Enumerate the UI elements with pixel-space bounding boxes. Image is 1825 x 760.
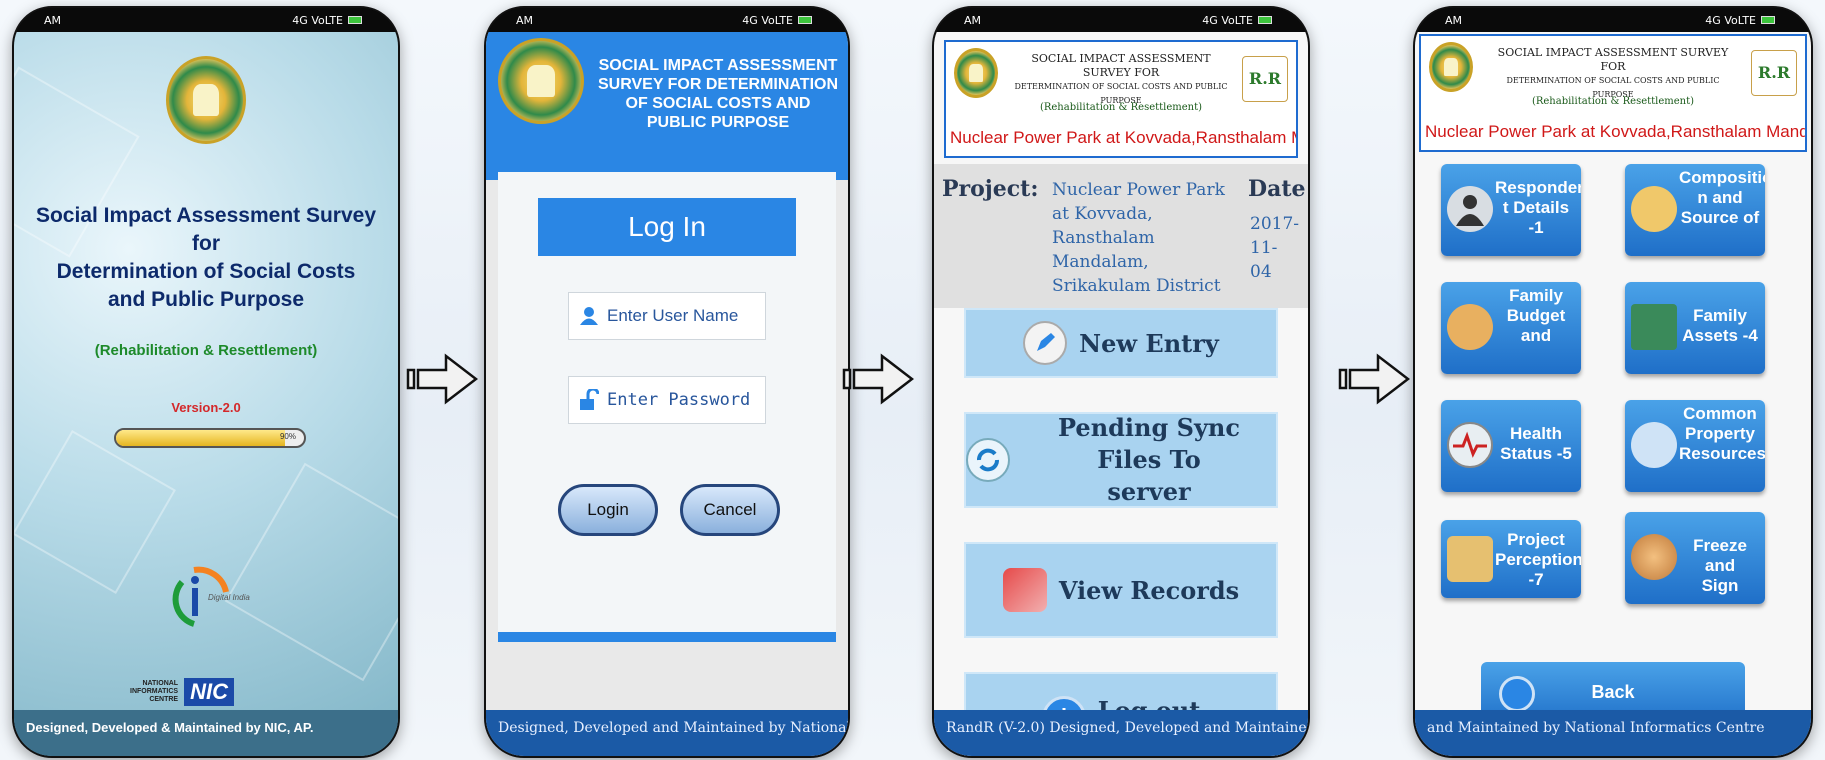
freeze-sign-tile[interactable]: Freeze and Sign <box>1625 512 1765 604</box>
ap-emblem-logo <box>954 48 998 98</box>
status-time: AM <box>44 13 62 27</box>
network-label: 4G VoLTE <box>1705 13 1756 27</box>
new-entry-icon <box>1023 321 1068 365</box>
battery-icon <box>798 16 812 24</box>
status-time: AM <box>516 13 534 27</box>
splash-content: Social Impact Assessment Survey for Dete… <box>14 32 398 756</box>
header-title: SOCIAL IMPACT ASSESSMENT SURVEY FOR DETE… <box>1014 52 1228 105</box>
splash-subtitle: (Rehabilitation & Resettlement) <box>94 342 318 359</box>
ap-emblem-logo <box>166 56 246 144</box>
phone-login-screen: AM 4G VoLTE SOCIAL IMPACT ASSESSMENT SUR… <box>484 6 850 758</box>
splash-footer: Designed, Developed & Maintained by NIC,… <box>14 710 398 756</box>
project-perception-tile[interactable]: Project Perception -7 <box>1441 520 1581 598</box>
project-banner: Nuclear Power Park at Kovvada,Ransthalam… <box>950 128 1296 147</box>
password-placeholder: Enter Password <box>607 390 751 410</box>
project-name: Nuclear Power Park at Kovvada, Ransthala… <box>1052 180 1225 296</box>
arrow-right-icon <box>1338 353 1410 405</box>
nic-logo: NATIONAL INFORMATICS CENTRE NIC <box>130 678 234 706</box>
digital-india-text: Digital India <box>208 593 250 602</box>
main-menu-content: SOCIAL IMPACT ASSESSMENT SURVEY FOR DETE… <box>934 32 1308 756</box>
username-field[interactable]: Enter User Name <box>568 292 766 340</box>
fingerprint-icon <box>1631 534 1677 580</box>
heartbeat-icon <box>1447 422 1493 468</box>
battery-icon <box>348 16 362 24</box>
rr-logo: R.R <box>1751 50 1797 96</box>
common-property-tile[interactable]: Common Property Resources- <box>1625 400 1765 492</box>
status-time: AM <box>1445 13 1463 27</box>
header-title: SOCIAL IMPACT ASSESSMENT SURVEY FOR DETE… <box>1497 46 1729 99</box>
header-subtitle: (Rehabilitation & Resettlement) <box>1531 96 1695 107</box>
menu-footer: RandR (V-2.0) Designed, Developed and Ma… <box>934 710 1308 756</box>
login-button[interactable]: Login <box>558 484 658 536</box>
arrow-right-icon <box>406 353 478 405</box>
project-banner: Nuclear Power Park at Kovvada,Ransthalam… <box>1425 122 1805 141</box>
network-label: 4G VoLTE <box>292 13 343 27</box>
battery-icon <box>1761 16 1775 24</box>
health-status-tile[interactable]: Health Status -5 <box>1441 400 1581 492</box>
progress-fill <box>116 430 286 446</box>
password-field[interactable]: Enter Password <box>568 376 766 424</box>
phone-survey-sections-screen: AM 4G VoLTE SOCIAL IMPACT ASSESSMENT SUR… <box>1413 6 1813 758</box>
hexagon-decoration <box>14 430 176 594</box>
survey-header: SOCIAL IMPACT ASSESSMENT SURVEY FOR DETE… <box>1419 34 1807 152</box>
login-header: SOCIAL IMPACT ASSESSMENT SURVEY FOR DETE… <box>486 32 848 180</box>
rr-logo: R.R <box>1242 56 1288 102</box>
login-heading: Log In <box>538 198 796 256</box>
date-value: 2017-11- 04 <box>1250 214 1300 282</box>
user-icon <box>580 307 598 325</box>
new-entry-button[interactable]: New Entry <box>964 308 1278 378</box>
status-bar: AM 4G VoLTE <box>14 8 398 32</box>
login-form: Log In Enter User Name Enter Password Lo… <box>498 172 836 642</box>
nic-badge: NIC <box>184 678 234 706</box>
pending-sync-label: Pending Sync Files To server <box>1058 413 1240 506</box>
survey-header: SOCIAL IMPACT ASSESSMENT SURVEY FOR DETE… <box>944 40 1298 158</box>
status-bar: AM 4G VoLTE <box>934 8 1308 32</box>
version-label: Version-2.0 <box>171 400 241 415</box>
document-icon <box>1447 536 1493 582</box>
splash-title: Social Impact Assessment Survey for Dete… <box>35 204 377 311</box>
family-budget-icon <box>1447 304 1493 350</box>
date-label: Date <box>1248 176 1306 202</box>
header-subtitle: (Rehabilitation & Resettlement) <box>1039 102 1203 113</box>
respondent-details-tile[interactable]: Responden t Details -1 <box>1441 164 1581 256</box>
sync-icon <box>966 438 1010 482</box>
view-records-button[interactable]: View Records <box>964 542 1278 638</box>
family-budget-tile[interactable]: Family Budget and <box>1441 282 1581 374</box>
sections-footer: and Maintained by National Informatics C… <box>1415 710 1811 756</box>
person-icon <box>1447 186 1493 232</box>
status-bar: AM 4G VoLTE <box>1415 8 1811 32</box>
project-info: Project: Nuclear Power Park at Kovvada, … <box>934 164 1308 308</box>
composition-source-tile[interactable]: Compositio n and Source of <box>1625 164 1765 256</box>
back-label: Back <box>1591 682 1635 702</box>
network-label: 4G VoLTE <box>742 13 793 27</box>
login-footer: Designed, Developed and Maintained by Na… <box>486 710 848 756</box>
cancel-button[interactable]: Cancel <box>680 484 780 536</box>
username-placeholder: Enter User Name <box>607 306 739 325</box>
battery-icon <box>1258 16 1272 24</box>
pending-sync-button[interactable]: Pending Sync Files To server <box>964 412 1278 508</box>
project-label: Project: <box>942 176 1039 202</box>
unlock-icon <box>580 389 599 410</box>
network-label: 4G VoLTE <box>1202 13 1253 27</box>
handshake-icon <box>1631 422 1677 468</box>
ap-emblem-logo <box>498 38 584 124</box>
loading-progress-bar: 90% <box>114 428 306 448</box>
family-assets-tile[interactable]: Family Assets -4 <box>1625 282 1765 374</box>
digital-india-logo: Digital India <box>172 566 250 627</box>
buildings-icon <box>1631 304 1677 350</box>
login-content: SOCIAL IMPACT ASSESSMENT SURVEY FOR DETE… <box>486 32 848 756</box>
family-icon <box>1631 186 1677 232</box>
progress-percent: 90% <box>279 432 296 441</box>
phone-main-menu-screen: AM 4G VoLTE SOCIAL IMPACT ASSESSMENT SUR… <box>932 6 1310 758</box>
phone-splash-screen: AM 4G VoLTE Social Impact Assessment Sur… <box>12 6 400 758</box>
records-icon <box>1002 568 1047 612</box>
view-records-label: View Records <box>1058 575 1240 605</box>
survey-sections-content: SOCIAL IMPACT ASSESSMENT SURVEY FOR DETE… <box>1415 32 1811 756</box>
status-time: AM <box>964 13 982 27</box>
new-entry-label: New Entry <box>1079 328 1219 358</box>
ap-emblem-logo <box>1429 42 1473 92</box>
status-bar: AM 4G VoLTE <box>486 8 848 32</box>
login-header-title: SOCIAL IMPACT ASSESSMENT SURVEY FOR DETE… <box>597 57 839 131</box>
arrow-right-icon <box>842 353 914 405</box>
